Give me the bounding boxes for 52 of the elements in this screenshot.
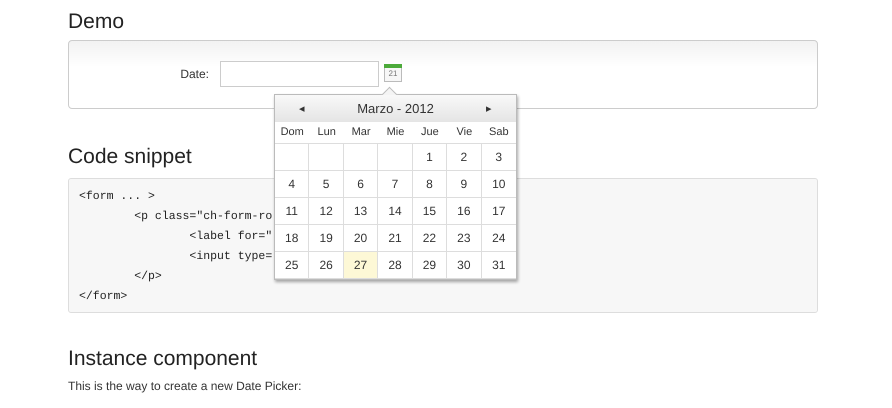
previous-month-button[interactable]: ◂ xyxy=(299,102,305,115)
day-cell[interactable]: 30 xyxy=(447,252,482,279)
day-cell[interactable]: 9 xyxy=(447,171,482,198)
day-cell[interactable]: 4 xyxy=(275,171,310,198)
day-cell[interactable]: 1 xyxy=(412,144,448,171)
day-cell[interactable]: 12 xyxy=(309,198,344,225)
day-cell[interactable]: 17 xyxy=(482,198,516,225)
day-cell[interactable]: 18 xyxy=(275,225,310,252)
day-cell[interactable]: 15 xyxy=(412,198,448,225)
code-line: <label for=" xyxy=(188,230,272,243)
paragraph: This is the way to create a new Date Picker: xyxy=(68,379,302,393)
day-cell[interactable]: 25 xyxy=(275,252,310,279)
day-cell[interactable]: 11 xyxy=(275,198,310,225)
weekday-header: Jue xyxy=(412,122,448,144)
day-cell[interactable]: 8 xyxy=(412,171,448,198)
day-cell[interactable]: 27 xyxy=(344,252,378,279)
day-cell[interactable]: 16 xyxy=(447,198,482,225)
day-cell[interactable]: 13 xyxy=(344,198,378,225)
code-line: </form> xyxy=(79,290,128,303)
day-cell[interactable]: 14 xyxy=(378,198,413,225)
day-cell[interactable]: 21 xyxy=(378,225,413,252)
weekday-header: Lun xyxy=(309,122,344,144)
weekday-header: Sab xyxy=(482,122,516,144)
next-month-button[interactable]: ▸ xyxy=(486,102,492,115)
day-cell[interactable]: 24 xyxy=(482,225,516,252)
code-line: <form ... > xyxy=(79,190,155,203)
day-cell[interactable]: 3 xyxy=(482,144,516,171)
month-title: Marzo - 2012 xyxy=(357,101,434,116)
date-label: Date: xyxy=(179,67,209,81)
day-cell[interactable]: 22 xyxy=(412,225,448,252)
section-heading: Instance component xyxy=(68,346,258,372)
calendar-icon[interactable]: 21 xyxy=(384,64,402,82)
date-field[interactable] xyxy=(220,61,379,87)
day-cell[interactable]: 19 xyxy=(309,225,344,252)
day-cell[interactable]: 28 xyxy=(378,252,413,279)
day-cell[interactable]: 23 xyxy=(447,225,482,252)
day-cell[interactable]: 29 xyxy=(412,252,448,279)
day-cell[interactable]: 7 xyxy=(378,171,413,198)
weekday-header: Vie xyxy=(447,122,482,144)
day-cell[interactable]: 5 xyxy=(309,171,344,198)
code-line: <p class="ch-form-ro xyxy=(133,210,272,223)
day-cell[interactable]: 6 xyxy=(344,171,378,198)
weekday-header: Mar xyxy=(344,122,378,144)
code-line: <input type= xyxy=(188,250,272,263)
day-cell[interactable]: 2 xyxy=(447,144,482,171)
day-cell[interactable]: 31 xyxy=(482,252,516,279)
code-line: </p> xyxy=(133,270,162,283)
section-heading: Code snippet xyxy=(68,144,192,170)
weekday-header: Mie xyxy=(378,122,413,144)
weekday-header: Dom xyxy=(275,122,310,144)
section-heading: Demo xyxy=(68,9,124,35)
day-cell[interactable]: 10 xyxy=(482,171,516,198)
